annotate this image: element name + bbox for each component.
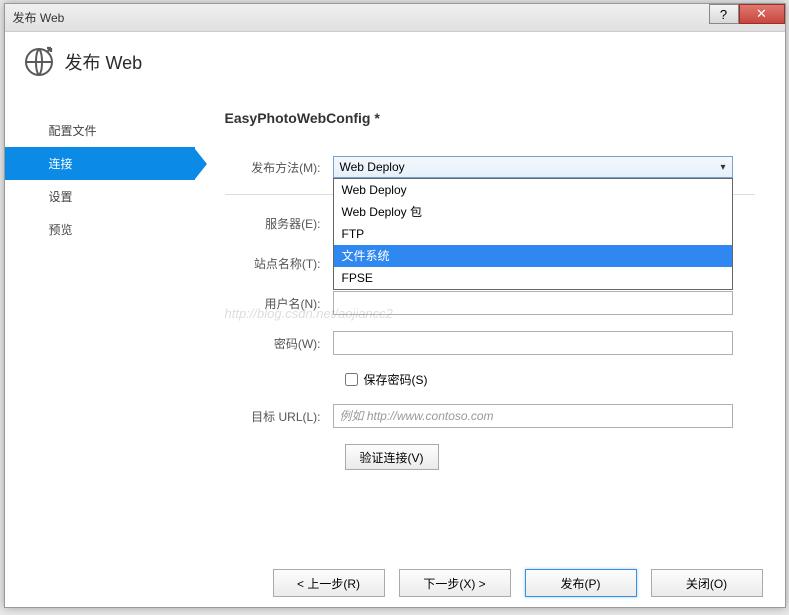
dialog-header: 发布 Web: [5, 32, 785, 88]
dropdown-option-webdeploy[interactable]: Web Deploy: [334, 179, 732, 201]
profile-heading: EasyPhotoWebConfig *: [225, 110, 755, 126]
target-url-input[interactable]: [333, 404, 733, 428]
dialog-window: 发布 Web ? ✕ 发布 Web 配置文件 连接 设置: [4, 3, 786, 608]
row-target-url: 目标 URL(L):: [225, 404, 755, 428]
label-sitename: 站点名称(T):: [225, 255, 333, 272]
dropdown-option-webdeploy-package[interactable]: Web Deploy 包: [334, 201, 732, 223]
sidebar-item-label: 连接: [49, 157, 73, 171]
main-panel: EasyPhotoWebConfig * 发布方法(M): Web Deploy…: [195, 88, 785, 555]
sidebar-item-profile[interactable]: 配置文件: [5, 114, 195, 147]
window-controls: ? ✕: [709, 4, 785, 24]
sidebar-item-connection[interactable]: 连接: [5, 147, 195, 180]
publish-method-dropdown: Web Deploy Web Deploy 包 FTP 文件系统 FPSE: [333, 178, 733, 290]
label-server: 服务器(E):: [225, 215, 333, 232]
chevron-down-icon: ▾: [720, 162, 725, 173]
row-username: 用户名(N):: [225, 291, 755, 315]
sidebar-item-label: 配置文件: [49, 124, 97, 138]
save-password-label: 保存密码(S): [364, 371, 428, 388]
sidebar-item-label: 设置: [49, 190, 73, 204]
password-input[interactable]: [333, 331, 733, 355]
row-save-password: 保存密码(S): [345, 371, 755, 388]
close-dialog-button[interactable]: 关闭(O): [651, 569, 763, 597]
dialog-title: 发布 Web: [65, 49, 143, 75]
row-validate: 验证连接(V): [345, 444, 755, 470]
wizard-sidebar: 配置文件 连接 设置 预览: [5, 88, 195, 555]
publish-button[interactable]: 发布(P): [525, 569, 637, 597]
label-publish-method: 发布方法(M):: [225, 159, 333, 176]
sidebar-item-preview[interactable]: 预览: [5, 213, 195, 246]
window-title: 发布 Web: [13, 9, 65, 26]
publish-method-combo[interactable]: Web Deploy ▾ Web Deploy Web Deploy 包 FTP…: [333, 156, 733, 178]
username-input[interactable]: [333, 291, 733, 315]
combo-selected-text: Web Deploy: [340, 160, 405, 174]
titlebar: 发布 Web ? ✕: [5, 4, 785, 32]
label-username: 用户名(N):: [225, 295, 333, 312]
globe-upload-icon: [23, 46, 55, 78]
combo-display[interactable]: Web Deploy ▾: [333, 156, 733, 178]
row-password: 密码(W):: [225, 331, 755, 355]
sidebar-item-settings[interactable]: 设置: [5, 180, 195, 213]
dropdown-option-fpse[interactable]: FPSE: [334, 267, 732, 289]
dialog-footer: < 上一步(R) 下一步(X) > 发布(P) 关闭(O): [273, 569, 763, 597]
sidebar-item-label: 预览: [49, 223, 73, 237]
label-target-url: 目标 URL(L):: [225, 408, 333, 425]
content-area: 配置文件 连接 设置 预览 EasyPhotoWebConfig * 发布方法(…: [5, 88, 785, 555]
close-button[interactable]: ✕: [739, 4, 785, 24]
label-password: 密码(W):: [225, 335, 333, 352]
dropdown-option-ftp[interactable]: FTP: [334, 223, 732, 245]
save-password-checkbox[interactable]: [345, 373, 358, 386]
validate-button[interactable]: 验证连接(V): [345, 444, 439, 470]
row-publish-method: 发布方法(M): Web Deploy ▾ Web Deploy Web Dep…: [225, 156, 755, 178]
next-button[interactable]: 下一步(X) >: [399, 569, 511, 597]
dropdown-option-filesystem[interactable]: 文件系统: [334, 245, 732, 267]
help-button[interactable]: ?: [709, 4, 739, 24]
prev-button[interactable]: < 上一步(R): [273, 569, 385, 597]
